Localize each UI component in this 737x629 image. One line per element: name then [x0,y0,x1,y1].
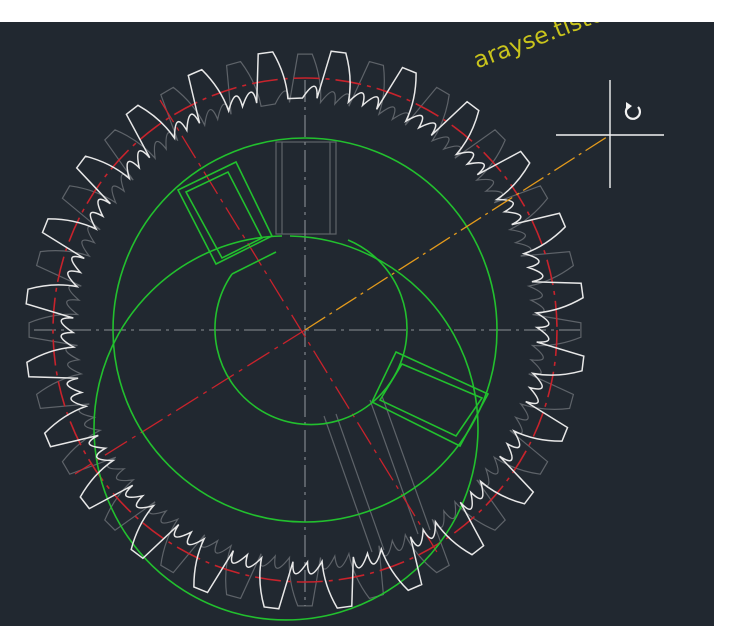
cad-canvas[interactable] [0,22,714,626]
crosshair-cursor [556,80,664,188]
keyway-inner-lower [378,362,484,438]
hidden-hub-geometry [275,141,431,553]
drawing-viewport[interactable]: arayse.tistory.com [0,22,714,626]
keyway-lower-right [370,350,490,448]
keyway-inner-upper [184,170,264,260]
rotate-icon [624,102,641,120]
keyway-upper-left [176,160,274,266]
rotate-rubber-band [304,134,611,331]
